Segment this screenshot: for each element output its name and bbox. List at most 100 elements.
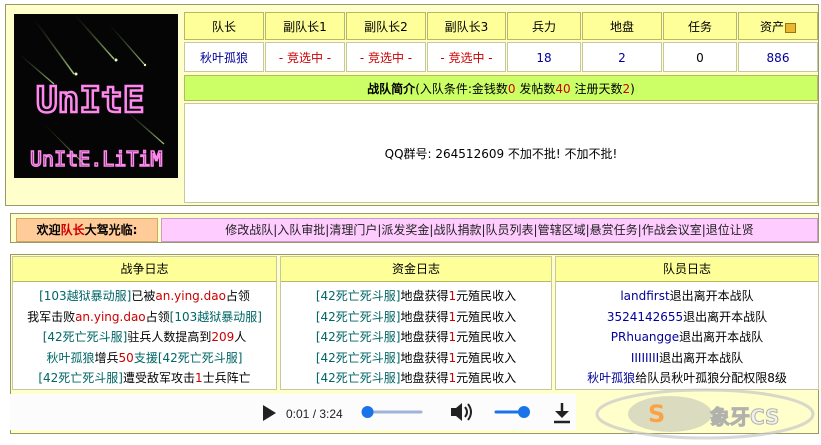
logo-text: UnItE xyxy=(36,80,144,121)
fund-log-text: 元殖民收入 xyxy=(456,309,517,324)
fund-log-server[interactable]: [42死亡死斗服] xyxy=(316,330,401,344)
link-member-list[interactable]: 队员列表 xyxy=(486,223,534,237)
member-log-text: 退出离开本战队 xyxy=(669,289,754,303)
intro-cond-prefix: (入队条件:金钱数 xyxy=(415,82,508,96)
war-log-title: 战争日志 xyxy=(13,257,276,282)
link-join-approval[interactable]: 入队审批 xyxy=(277,223,325,237)
fund-log-text: 地盘获得 xyxy=(400,309,449,324)
fund-log-server[interactable]: [42死亡死斗服] xyxy=(316,371,401,385)
watermark-logo: S 象牙CS xyxy=(590,380,820,442)
member-log: 队员日志 landfirst退出离开本战队 3524142655退出离开本战队 … xyxy=(555,256,819,390)
fund-log-amount: 1 xyxy=(448,309,457,324)
intro-days: 2 xyxy=(622,82,631,96)
fund-log-server[interactable]: [42死亡死斗服] xyxy=(316,289,401,303)
member-name[interactable]: PRhuangge xyxy=(611,330,679,344)
war-log-text: 支援[42死亡死斗服] xyxy=(133,350,243,365)
war-log-team[interactable]: an.ying.dao xyxy=(75,310,146,324)
intro-posts: 40 xyxy=(555,82,571,96)
progress-thumb[interactable] xyxy=(361,406,374,418)
fund-log-text: 地盘获得 xyxy=(400,330,449,344)
management-bar: 欢迎队长大驾光临: 修改战队|入队审批|清理门户|派发奖金|战队捐款|队员列表|… xyxy=(10,213,819,243)
fund-log-text: 元殖民收入 xyxy=(456,330,517,344)
time-display: 0:01 / 3:24 xyxy=(286,407,343,421)
vice2-status: - 竞选中 - xyxy=(346,42,426,72)
member-log-text: 退出离开本战队 xyxy=(683,309,768,324)
header-vice3: 副队长3 xyxy=(427,12,506,40)
member-log-title: 队员日志 xyxy=(556,257,818,282)
fund-log-text: 元殖民收入 xyxy=(456,371,517,385)
welcome-role: 队长 xyxy=(60,223,85,237)
link-abdicate[interactable]: 退位让贤 xyxy=(706,223,754,237)
war-log-server[interactable]: [103越狱暴动服] xyxy=(39,289,131,303)
audio-player-controls: 0:01 / 3:24 xyxy=(263,403,570,424)
war-log-server[interactable]: [103越狱暴动服] xyxy=(170,310,262,324)
member-name[interactable]: IIIIIIII xyxy=(631,351,659,365)
fund-log-line: [42死亡死斗服]地盘获得1元殖民收入 xyxy=(281,348,551,369)
header-leader: 队长 xyxy=(184,12,264,40)
fund-log-line: [42死亡死斗服]地盘获得1元殖民收入 xyxy=(281,368,551,389)
link-war-room[interactable]: 作战会议室 xyxy=(642,223,702,237)
troops-value: 18 xyxy=(507,42,581,72)
fund-log-server[interactable]: [42死亡死斗服] xyxy=(316,310,401,324)
vice1-status: - 竞选中 - xyxy=(265,42,345,72)
war-log-team[interactable]: an.ying.dao xyxy=(155,289,226,303)
war-log-number: 50 xyxy=(118,350,134,365)
war-log-text: 驻兵人数提高到 xyxy=(127,330,212,344)
link-bounty[interactable]: 悬赏任务 xyxy=(590,223,638,237)
member-name[interactable]: 3524142655 xyxy=(607,310,683,324)
welcome-label: 欢迎队长大驾光临: xyxy=(16,218,158,242)
play-icon[interactable] xyxy=(263,405,276,421)
watermark-graphic: S 象牙CS xyxy=(595,388,815,440)
member-log-line: PRhuangge退出离开本战队 xyxy=(556,327,818,348)
management-links: 修改战队|入队审批|清理门户|派发奖金|战队捐款|队员列表|管辖区域|悬赏任务|… xyxy=(161,218,818,242)
fund-log-line: [42死亡死斗服]地盘获得1元殖民收入 xyxy=(281,327,551,348)
link-bonus[interactable]: 派发奖金 xyxy=(381,223,429,237)
war-log-text: 遭受敌军攻击 xyxy=(122,371,195,385)
war-log-number: 1 xyxy=(195,371,203,385)
fund-log-text: 元殖民收入 xyxy=(456,350,517,365)
link-donate[interactable]: 战队捐款 xyxy=(433,223,481,237)
war-log: 战争日志 [103越狱暴动服]已被an.ying.dao占领 我军击败an.yi… xyxy=(12,256,277,390)
link-territory[interactable]: 管辖区域 xyxy=(538,223,586,237)
fund-log-amount: 1 xyxy=(448,289,457,303)
war-log-line: [103越狱暴动服]已被an.ying.dao占领 xyxy=(13,286,276,307)
volume-thumb[interactable] xyxy=(518,406,530,418)
intro-title: 战队简介 xyxy=(367,82,416,96)
assets-value: 886 xyxy=(738,42,818,72)
link-edit-team[interactable]: 修改战队 xyxy=(225,223,273,237)
header-assets-label: 资产 xyxy=(759,20,784,34)
war-log-text: 增兵 xyxy=(94,350,119,365)
team-logo: UnItE UnItE.LiTiM xyxy=(14,14,178,178)
tasks-value: 0 xyxy=(663,42,737,72)
intro-money: 0 xyxy=(507,82,516,96)
intro-body: QQ群号: 264512609 不加不批! 不加不批! xyxy=(184,103,818,203)
fund-log-text: 地盘获得 xyxy=(400,350,449,365)
leader-name[interactable]: 秋叶孤狼 xyxy=(184,42,264,72)
war-log-server[interactable]: [42死亡死斗服] xyxy=(43,330,128,344)
svg-text:S: S xyxy=(648,400,665,428)
link-purge[interactable]: 清理门户 xyxy=(329,223,377,237)
fund-log-server[interactable]: [42死亡死斗服] xyxy=(316,351,401,365)
fund-log-text: 地盘获得 xyxy=(400,371,449,385)
fund-log-title: 资金日志 xyxy=(281,257,551,282)
header-assets: 资产 xyxy=(738,12,818,40)
member-name[interactable]: landfirst xyxy=(620,289,669,303)
volume-icon[interactable] xyxy=(451,403,472,421)
member-log-line: IIIIIIII退出离开本战队 xyxy=(556,348,818,369)
fund-log-amount: 1 xyxy=(448,371,457,385)
intro-text: QQ群号: 264512609 不加不批! 不加不批! xyxy=(384,147,618,161)
fund-log-amount: 1 xyxy=(448,330,457,344)
vice3-status: - 竞选中 - xyxy=(427,42,506,72)
war-log-member[interactable]: 秋叶孤狼 xyxy=(47,351,95,365)
war-log-server[interactable]: [42死亡死斗服] xyxy=(38,371,123,385)
fund-log: 资金日志 [42死亡死斗服]地盘获得1元殖民收入 [42死亡死斗服]地盘获得1元… xyxy=(280,256,552,390)
welcome-suffix: 大驾光临: xyxy=(84,223,138,237)
fund-log-line: [42死亡死斗服]地盘获得1元殖民收入 xyxy=(281,307,551,328)
member-log-line: 3524142655退出离开本战队 xyxy=(556,307,818,328)
war-log-line: [42死亡死斗服]驻兵人数提高到209人 xyxy=(13,327,276,348)
download-icon[interactable] xyxy=(554,403,570,424)
intro-header: 战队简介(入队条件:金钱数0 发帖数40 注册天数2) xyxy=(184,75,818,101)
war-log-text: 我军击败 xyxy=(27,309,76,324)
war-log-text: 士兵阵亡 xyxy=(202,371,251,385)
header-troops: 兵力 xyxy=(507,12,581,40)
